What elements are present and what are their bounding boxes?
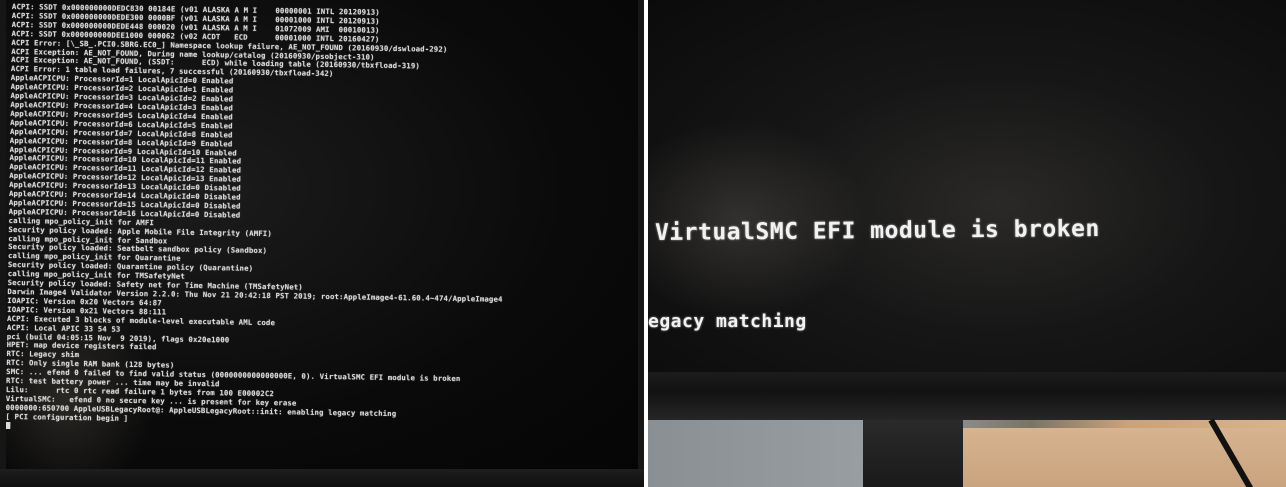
left-photo-monitor: ACPI: SSDT 0x000000000DEDC830 00184E (v0… (0, 0, 644, 487)
closeup-screen: VirtualSMC EFI module is broken egacy ma… (648, 0, 1286, 372)
boot-log-screen: ACPI: SSDT 0x000000000DEDC830 00184E (v0… (6, 0, 638, 470)
right-photo-closeup: VirtualSMC EFI module is broken egacy ma… (648, 0, 1286, 487)
monitor-bezel-bottom (648, 372, 1286, 420)
text-cursor (6, 422, 11, 430)
legacy-matching-message: egacy matching (648, 311, 807, 332)
virtualsmc-error-message: VirtualSMC EFI module is broken (654, 216, 1100, 246)
monitor-bottom-edge (0, 469, 644, 487)
monitor-stand (863, 420, 963, 487)
boot-log: ACPI: SSDT 0x000000000DEDC830 00184E (v0… (6, 3, 638, 440)
